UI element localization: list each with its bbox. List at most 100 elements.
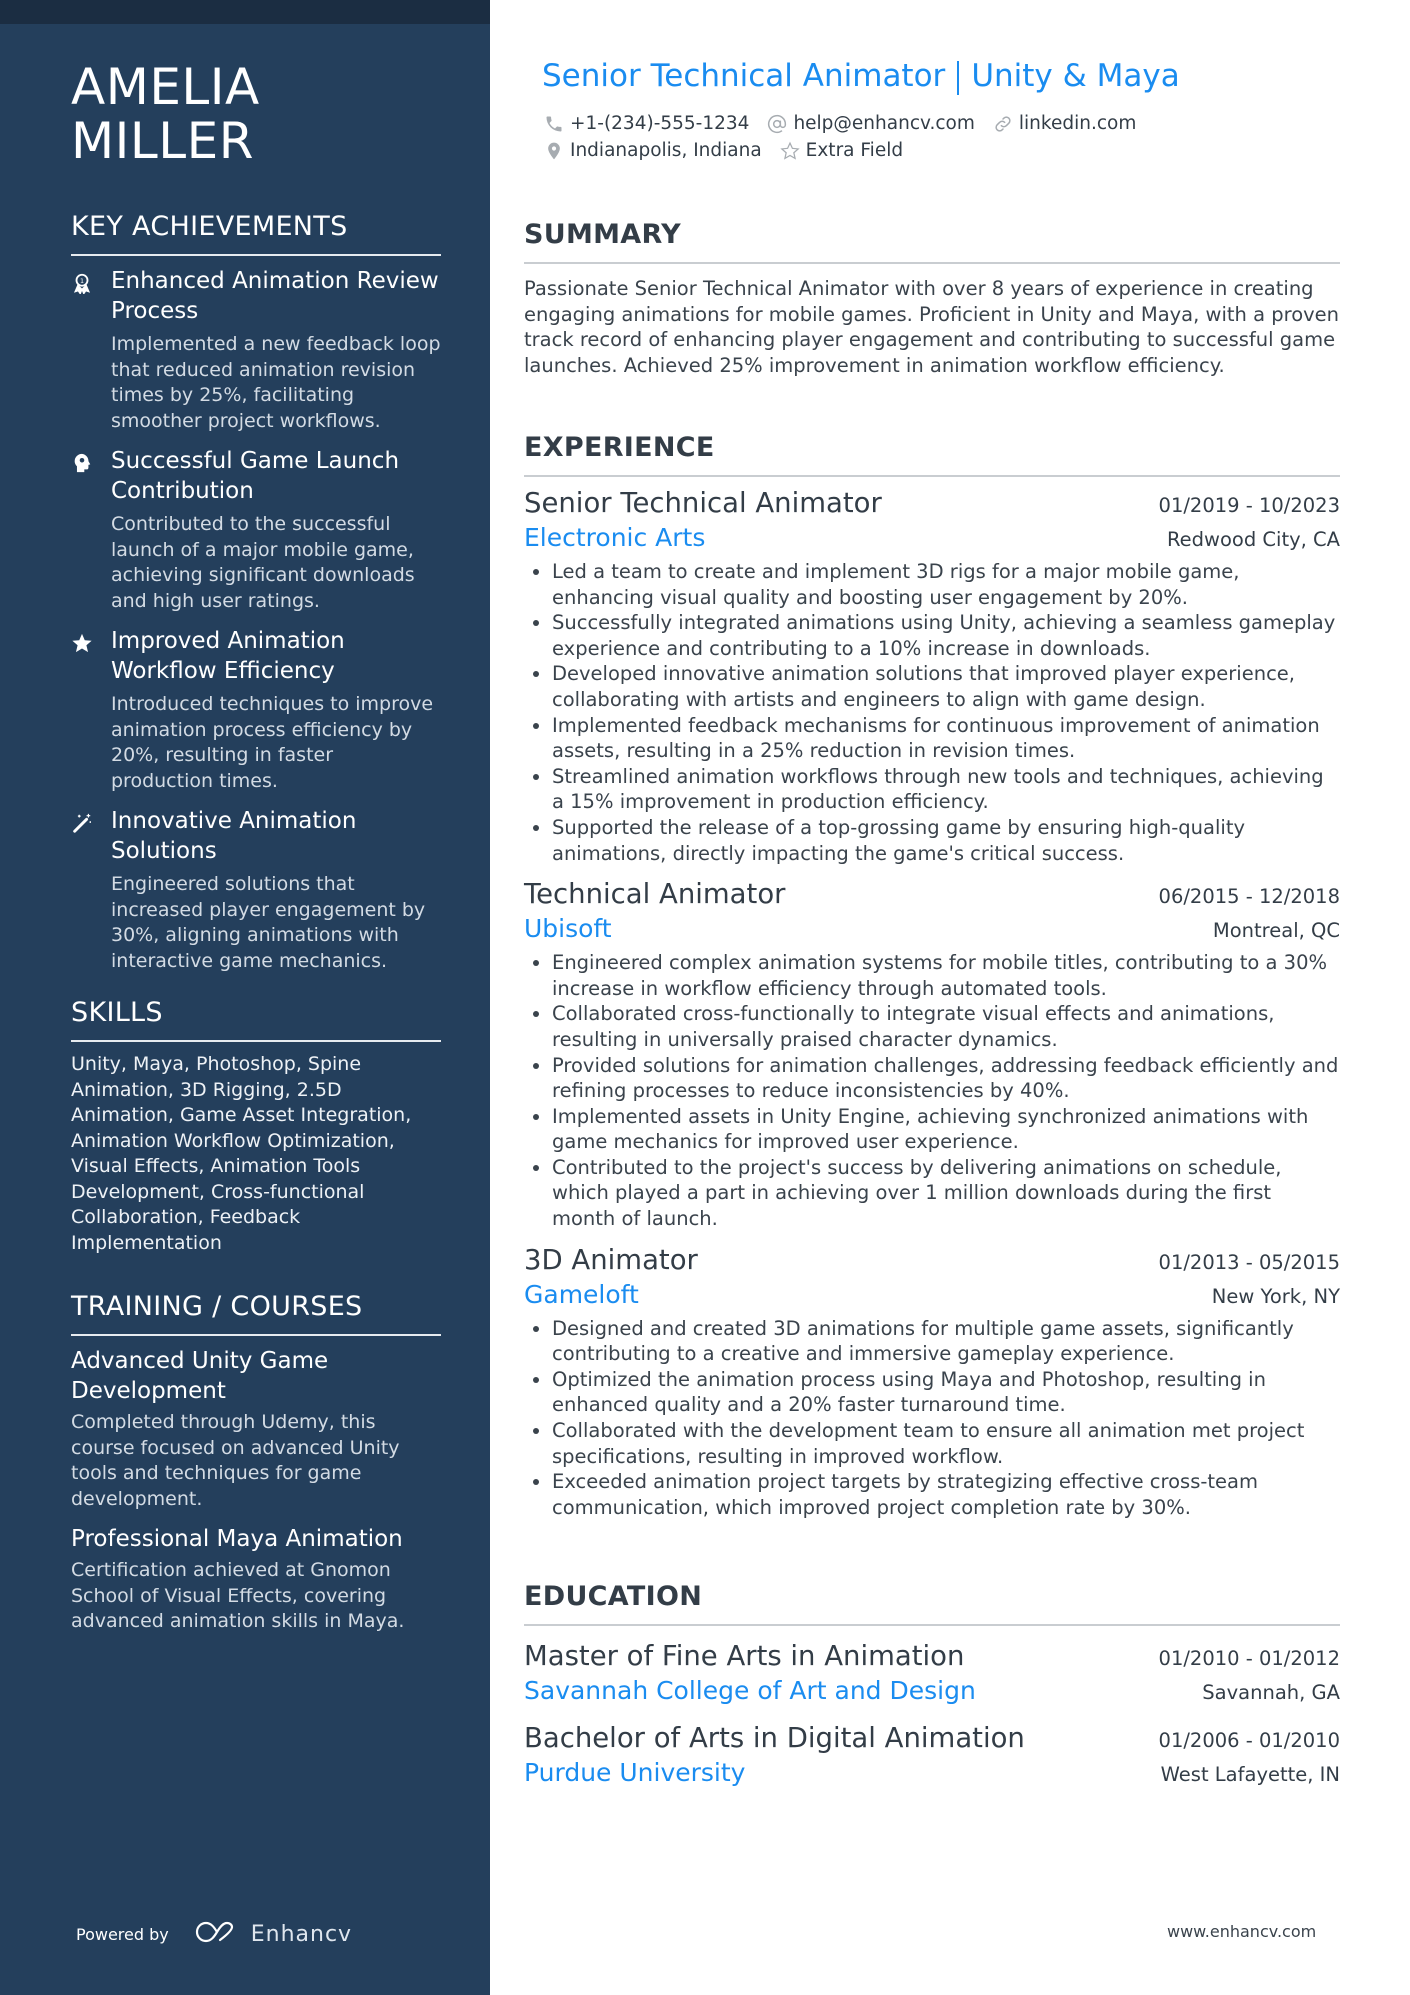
bullet: Contributed to the project's success by … xyxy=(552,1155,1340,1232)
summary-heading: SUMMARY xyxy=(524,219,681,250)
headline-skills: Unity & Maya xyxy=(971,58,1180,94)
bullet: Implemented feedback mechanisms for cont… xyxy=(552,713,1340,764)
bullet: Successfully integrated animations using… xyxy=(552,610,1340,661)
education-dates: 01/2010 - 01/2012 xyxy=(1158,1647,1340,1670)
course-description: Completed through Udemy, this course foc… xyxy=(71,1411,400,1510)
company-name[interactable]: Electronic Arts xyxy=(524,521,705,555)
phone-icon xyxy=(546,116,562,131)
job-dates: 06/2015 - 12/2018 xyxy=(1158,885,1340,909)
headline: Senior Technical Animator Unity & Maya xyxy=(542,58,1180,95)
sidebar: AMELIA MILLER KEY ACHIEVEMENTS 1 Enhance… xyxy=(0,24,490,1995)
job-dates: 01/2019 - 10/2023 xyxy=(1158,494,1340,517)
bullet: Exceeded animation project targets by st… xyxy=(552,1469,1340,1520)
job-bullets: Designed and created 3D animations for m… xyxy=(524,1316,1340,1521)
achievements-section: KEY ACHIEVEMENTS 1 Enhanced Animation Re… xyxy=(71,210,441,974)
footer-url[interactable]: www.enhancv.com xyxy=(1167,1922,1316,1941)
skills-heading: SKILLS xyxy=(71,997,163,1028)
course-item: Advanced Unity Game Development Complete… xyxy=(71,1346,441,1512)
head-brain-icon xyxy=(71,446,111,614)
candidate-name: AMELIA MILLER xyxy=(71,60,441,168)
achievement-title: Enhanced Animation Review Process xyxy=(111,268,439,324)
job-title: Technical Animator xyxy=(524,878,786,911)
bullet: Optimized the animation process using Ma… xyxy=(552,1367,1340,1418)
education-entry: Bachelor of Arts in Digital Animation 01… xyxy=(524,1720,1340,1790)
job-location: Redwood City, CA xyxy=(1166,528,1340,551)
bullet: Streamlined animation workflows through … xyxy=(552,764,1340,815)
job-title: 3D Animator xyxy=(524,1243,698,1276)
job-title: Senior Technical Animator xyxy=(524,487,882,519)
section-divider xyxy=(71,1040,441,1042)
first-name: AMELIA xyxy=(71,58,260,116)
headline-role: Senior Technical Animator xyxy=(542,58,946,94)
achievement-item: Successful Game Launch Contribution Cont… xyxy=(71,446,441,614)
training-heading: TRAINING / COURSES xyxy=(71,1291,363,1322)
experience-heading: EXPERIENCE xyxy=(524,432,715,463)
education-section: EDUCATION Master of Fine Arts in Animati… xyxy=(524,1580,1340,1790)
achievement-title: Improved Animation Workflow Efficiency xyxy=(111,628,345,684)
education-entry: Master of Fine Arts in Animation 01/2010… xyxy=(524,1638,1340,1708)
extra-text: Extra Field xyxy=(805,140,904,161)
bullet: Developed innovative animation solutions… xyxy=(552,661,1340,712)
at-sign-icon xyxy=(768,114,787,133)
skills-list: Unity, Maya, Photoshop, Spine Animation,… xyxy=(71,1053,412,1254)
job-bullets: Engineered complex animation systems for… xyxy=(524,950,1340,1232)
training-section: TRAINING / COURSES Advanced Unity Game D… xyxy=(71,1290,441,1635)
job-entry: 3D Animator 01/2013 - 05/2015 Gameloft N… xyxy=(524,1242,1340,1521)
education-dates: 01/2006 - 01/2010 xyxy=(1158,1729,1340,1752)
job-entry: Senior Technical Animator 01/2019 - 10/2… xyxy=(524,485,1340,866)
bullet: Supported the release of a top-grossing … xyxy=(552,815,1340,866)
achievement-description: Implemented a new feedback loop that red… xyxy=(111,333,441,432)
achievement-description: Introduced techniques to improve animati… xyxy=(111,693,434,792)
company-name[interactable]: Gameloft xyxy=(524,1278,639,1312)
contact-row-2: Indianapolis, Indiana Extra Field xyxy=(544,140,921,161)
section-divider xyxy=(524,475,1340,477)
achievement-item: Improved Animation Workflow Efficiency I… xyxy=(71,626,441,794)
top-strip xyxy=(0,0,490,24)
magic-wand-icon xyxy=(71,806,111,974)
achievement-title: Successful Game Launch Contribution xyxy=(111,448,400,504)
bullet: Designed and created 3D animations for m… xyxy=(552,1316,1340,1367)
star-icon xyxy=(71,626,111,794)
bullet: Collaborated cross-functionally to integ… xyxy=(552,1001,1340,1052)
link-icon xyxy=(995,115,1011,132)
contact-phone[interactable]: +1-(234)-555-1234 xyxy=(544,113,749,134)
job-entry: Technical Animator 06/2015 - 12/2018 Ubi… xyxy=(524,876,1340,1232)
course-item: Professional Maya Animation Certificatio… xyxy=(71,1524,441,1635)
location-pin-icon xyxy=(548,142,560,159)
bullet: Provided solutions for animation challen… xyxy=(552,1053,1340,1104)
achievements-heading: KEY ACHIEVEMENTS xyxy=(71,211,348,242)
summary-text: Passionate Senior Technical Animator wit… xyxy=(524,277,1340,377)
section-divider xyxy=(71,1334,441,1336)
section-divider xyxy=(524,262,1340,264)
contact-location: Indianapolis, Indiana xyxy=(544,140,762,161)
achievement-title: Innovative Animation Solutions xyxy=(111,808,357,864)
degree: Master of Fine Arts in Animation xyxy=(524,1640,965,1672)
location-text: Indianapolis, Indiana xyxy=(570,140,762,161)
achievement-item: 1 Enhanced Animation Review Process Impl… xyxy=(71,266,441,434)
job-location: New York, NY xyxy=(1211,1284,1340,1308)
bullet: Led a team to create and implement 3D ri… xyxy=(552,559,1340,610)
skills-section: SKILLS Unity, Maya, Photoshop, Spine Ani… xyxy=(71,996,441,1256)
powered-by-label: Powered by xyxy=(76,1924,169,1944)
course-title: Professional Maya Animation xyxy=(71,1526,403,1552)
education-location: Savannah, GA xyxy=(1202,1681,1340,1704)
award-ribbon-icon: 1 xyxy=(71,266,111,434)
school-name[interactable]: Purdue University xyxy=(524,1756,745,1790)
contact-link[interactable]: linkedin.com xyxy=(993,113,1136,134)
company-name[interactable]: Ubisoft xyxy=(524,912,612,946)
experience-section: EXPERIENCE Senior Technical Animator 01/… xyxy=(524,431,1340,1520)
contact-row-1: +1-(234)-555-1234 help@enhancv.com linke… xyxy=(544,113,1154,134)
job-location: Montreal, QC xyxy=(1212,919,1340,943)
school-name[interactable]: Savannah College of Art and Design xyxy=(524,1674,976,1708)
achievement-description: Contributed to the successful launch of … xyxy=(111,513,415,612)
bullet: Engineered complex animation systems for… xyxy=(552,950,1340,1001)
bullet: Implemented assets in Unity Engine, achi… xyxy=(552,1104,1340,1155)
enhancv-brand[interactable]: Enhancv xyxy=(251,1922,352,1947)
svg-text:1: 1 xyxy=(80,277,84,285)
enhancv-logo-icon[interactable] xyxy=(195,1919,251,1949)
email-text: help@enhancv.com xyxy=(793,113,975,134)
job-bullets: Led a team to create and implement 3D ri… xyxy=(524,559,1340,866)
education-heading: EDUCATION xyxy=(524,1581,703,1612)
achievement-description: Engineered solutions that increased play… xyxy=(111,873,426,972)
contact-email[interactable]: help@enhancv.com xyxy=(767,113,975,134)
